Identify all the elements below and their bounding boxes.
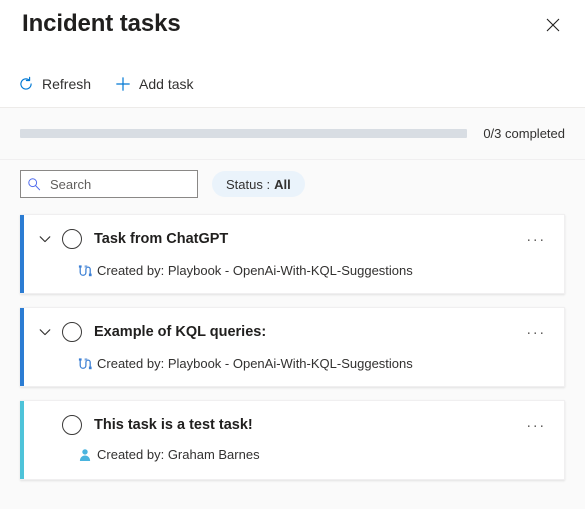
- task-meta: Created by: Graham Barnes: [20, 447, 564, 463]
- task-row: This task is a test task! ···: [20, 415, 564, 435]
- task-row: Example of KQL queries: ···: [20, 322, 564, 344]
- task-meta: Created by: Playbook - OpenAi-With-KQL-S…: [20, 356, 564, 372]
- task-list: Task from ChatGPT ··· Created by: Playbook…: [0, 208, 585, 509]
- incident-tasks-panel: Incident tasks Refresh Add task 0/3 comp…: [0, 0, 585, 509]
- panel-header: Incident tasks Refresh Add task: [0, 0, 585, 108]
- search-icon: [27, 177, 41, 191]
- task-title: Task from ChatGPT: [94, 231, 229, 247]
- close-button[interactable]: [537, 10, 569, 42]
- filter-row: Status : All: [0, 160, 585, 208]
- status-filter-label: Status :: [226, 176, 271, 192]
- task-expand-toggle[interactable]: [34, 229, 56, 251]
- task-created-by: Created by: Graham Barnes: [97, 447, 260, 462]
- task-accent-bar: [20, 215, 24, 293]
- task-more-menu-button[interactable]: ···: [524, 229, 548, 249]
- status-filter-value: All: [274, 176, 291, 192]
- chevron-down-icon: [38, 325, 52, 342]
- task-created-by: Created by: Playbook - OpenAi-With-KQL-S…: [97, 356, 413, 371]
- search-box[interactable]: [20, 170, 198, 198]
- close-icon: [546, 18, 560, 35]
- task-card[interactable]: This task is a test task! ··· Created by: …: [20, 400, 565, 480]
- add-task-button-label: Add task: [139, 76, 194, 92]
- playbook-icon: [78, 357, 92, 371]
- task-row: Task from ChatGPT ···: [20, 229, 564, 251]
- refresh-button-label: Refresh: [42, 76, 92, 92]
- task-card[interactable]: Example of KQL queries: ··· Created by: Pl…: [20, 307, 565, 387]
- task-complete-checkbox[interactable]: [62, 415, 82, 435]
- plus-icon: [115, 76, 131, 92]
- add-task-button[interactable]: Add task: [105, 68, 203, 100]
- person-icon: [78, 448, 92, 462]
- progress-label: 0/3 completed: [483, 126, 565, 141]
- task-meta: Created by: Playbook - OpenAi-With-KQL-S…: [20, 263, 564, 279]
- chevron-down-icon: [38, 232, 52, 249]
- status-filter-pill[interactable]: Status : All: [212, 171, 305, 197]
- progress-bar: [20, 129, 468, 138]
- command-bar: Refresh Add task: [8, 68, 204, 100]
- refresh-button[interactable]: Refresh: [8, 68, 101, 100]
- task-title: This task is a test task!: [94, 417, 253, 433]
- task-created-by: Created by: Playbook - OpenAi-With-KQL-S…: [97, 263, 413, 278]
- page-title: Incident tasks: [22, 10, 181, 37]
- task-complete-checkbox[interactable]: [62, 229, 82, 249]
- task-more-menu-button[interactable]: ···: [524, 415, 548, 435]
- search-input[interactable]: [48, 175, 191, 193]
- task-complete-checkbox[interactable]: [62, 322, 82, 342]
- task-accent-bar: [20, 401, 24, 479]
- refresh-icon: [18, 76, 34, 92]
- task-expand-toggle[interactable]: [34, 322, 56, 344]
- progress-row: 0/3 completed: [0, 108, 585, 160]
- task-accent-bar: [20, 308, 24, 386]
- task-card[interactable]: Task from ChatGPT ··· Created by: Playbook…: [20, 214, 565, 294]
- task-more-menu-button[interactable]: ···: [524, 322, 548, 342]
- playbook-icon: [78, 264, 92, 278]
- task-title: Example of KQL queries:: [94, 324, 267, 340]
